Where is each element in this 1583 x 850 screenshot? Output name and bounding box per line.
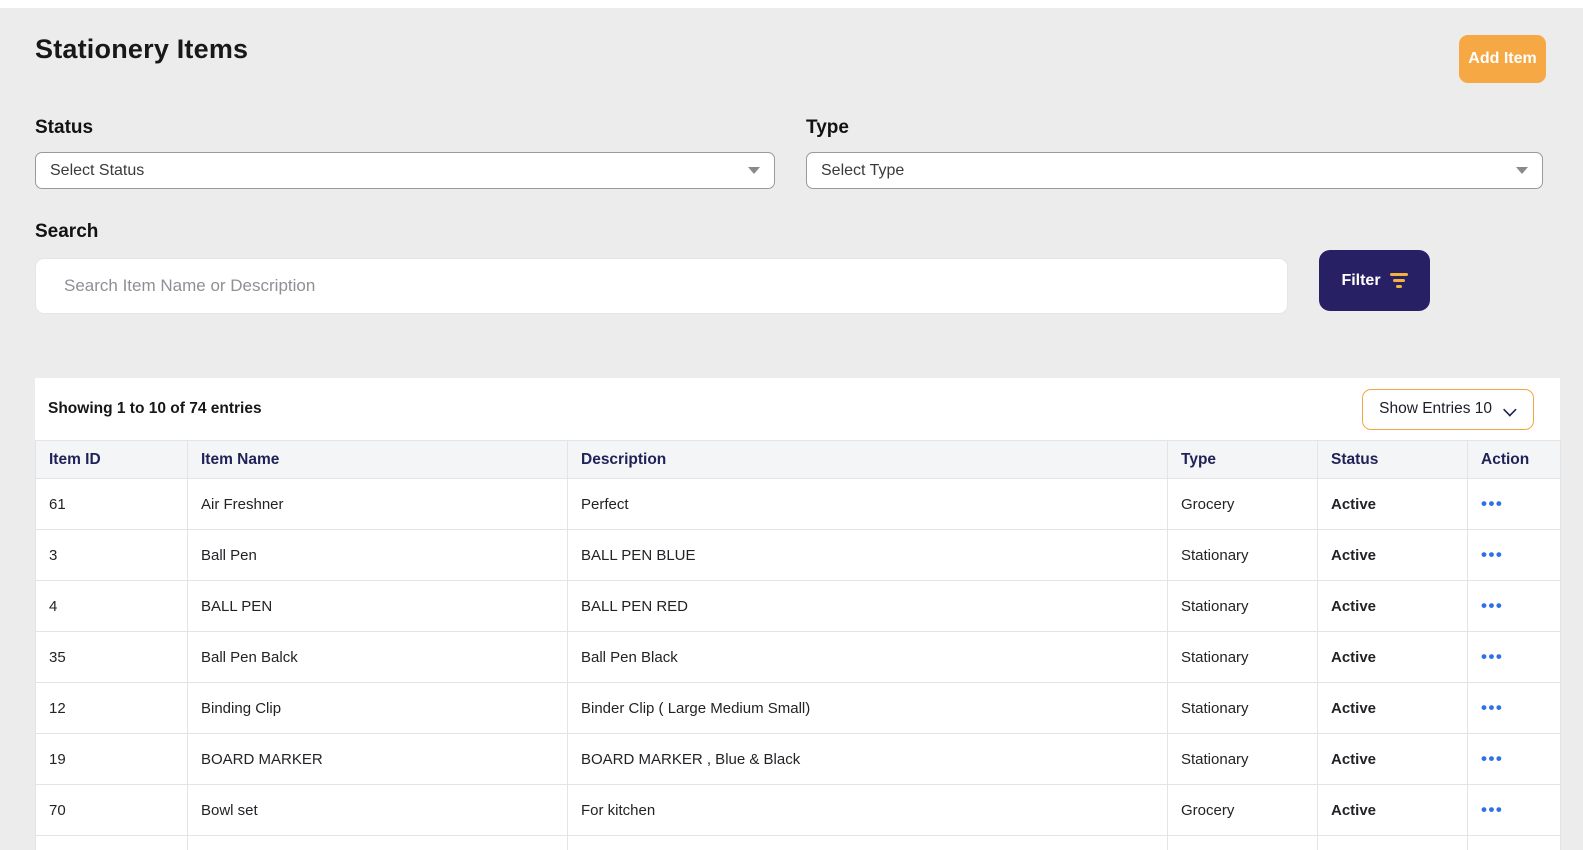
column-header-description[interactable]: Description xyxy=(567,440,1168,479)
caret-down-icon xyxy=(1516,167,1528,174)
items-table-card: Showing 1 to 10 of 74 entries Show Entri… xyxy=(35,378,1561,850)
row-actions-button[interactable]: ••• xyxy=(1481,648,1503,665)
show-entries-label: Show Entries 10 xyxy=(1379,400,1492,417)
cell-item-name: Air Freshner xyxy=(187,478,568,530)
page-title: Stationery Items xyxy=(35,34,249,64)
cell-type: Stationary xyxy=(1167,580,1318,632)
cell-item-name: Binding Clip xyxy=(187,682,568,734)
chevron-down-icon xyxy=(1504,405,1517,413)
table-body: 61 Air Freshner Perfect Grocery Active •… xyxy=(35,478,1561,850)
table-row: 35 Ball Pen Balck Ball Pen Black Station… xyxy=(35,631,1561,683)
cell-description: BALL PEN BLUE xyxy=(567,529,1168,581)
showing-entries-text: Showing 1 to 10 of 74 entries xyxy=(48,400,262,417)
cell-description: BALL PEN RED xyxy=(567,580,1168,632)
table-row: 70 Bowl set For kitchen Grocery Active •… xyxy=(35,784,1561,836)
status-select[interactable]: Select Status xyxy=(35,152,775,189)
cell-type: Stationary xyxy=(1167,631,1318,683)
cell-type xyxy=(1167,835,1318,850)
cell-item-name: Bowl set xyxy=(187,784,568,836)
cell-type: Stationary xyxy=(1167,682,1318,734)
status-badge: Active xyxy=(1317,784,1468,836)
search-label: Search xyxy=(35,221,99,242)
row-actions-button[interactable]: ••• xyxy=(1481,801,1503,818)
cell-item-id: 19 xyxy=(35,733,188,785)
cell-description xyxy=(567,835,1168,850)
cell-type: Stationary xyxy=(1167,529,1318,581)
filter-button[interactable]: Filter xyxy=(1319,250,1430,311)
cell-item-id xyxy=(35,835,188,850)
cell-action xyxy=(1467,835,1561,850)
cell-item-name: BOARD MARKER xyxy=(187,733,568,785)
search-input[interactable] xyxy=(35,258,1288,314)
column-header-item-name[interactable]: Item Name xyxy=(187,440,568,479)
table-row: 12 Binding Clip Binder Clip ( Large Medi… xyxy=(35,682,1561,734)
status-badge: Active xyxy=(1317,631,1468,683)
cell-item-name: Ball Pen Balck xyxy=(187,631,568,683)
status-badge: Active xyxy=(1317,529,1468,581)
cell-type: Grocery xyxy=(1167,784,1318,836)
table-row: 3 Ball Pen BALL PEN BLUE Stationary Acti… xyxy=(35,529,1561,581)
filter-lines-icon xyxy=(1389,273,1408,288)
row-actions-button[interactable]: ••• xyxy=(1481,699,1503,716)
cell-action: ••• xyxy=(1467,631,1561,683)
cell-action: ••• xyxy=(1467,580,1561,632)
column-header-item-id[interactable]: Item ID xyxy=(35,440,188,479)
status-badge: Active xyxy=(1317,478,1468,530)
table-row: 4 BALL PEN BALL PEN RED Stationary Activ… xyxy=(35,580,1561,632)
table-row: 19 BOARD MARKER BOARD MARKER , Blue & Bl… xyxy=(35,733,1561,785)
cell-item-id: 61 xyxy=(35,478,188,530)
items-table: Item ID Item Name Description Type Statu… xyxy=(35,440,1561,850)
cell-type: Grocery xyxy=(1167,478,1318,530)
caret-down-icon xyxy=(748,167,760,174)
column-header-status[interactable]: Status xyxy=(1317,440,1468,479)
cell-description: Perfect xyxy=(567,478,1168,530)
status-badge: Active xyxy=(1317,682,1468,734)
cell-description: BOARD MARKER , Blue & Black xyxy=(567,733,1168,785)
cell-type: Stationary xyxy=(1167,733,1318,785)
add-item-button[interactable]: Add Item xyxy=(1459,35,1546,83)
table-toolbar: Showing 1 to 10 of 74 entries Show Entri… xyxy=(35,378,1560,440)
row-actions-button[interactable]: ••• xyxy=(1481,546,1503,563)
cell-action: ••• xyxy=(1467,682,1561,734)
status-badge: Active xyxy=(1317,580,1468,632)
column-header-action[interactable]: Action xyxy=(1467,440,1561,479)
cell-action: ••• xyxy=(1467,529,1561,581)
cell-action: ••• xyxy=(1467,784,1561,836)
type-select-value: Select Type xyxy=(821,161,905,179)
status-badge: Active xyxy=(1317,733,1468,785)
cell-action: ••• xyxy=(1467,478,1561,530)
table-row xyxy=(35,835,1561,850)
column-header-type[interactable]: Type xyxy=(1167,440,1318,479)
filter-button-label: Filter xyxy=(1341,271,1381,289)
status-select-value: Select Status xyxy=(50,161,145,179)
cell-item-id: 12 xyxy=(35,682,188,734)
cell-item-id: 3 xyxy=(35,529,188,581)
row-actions-button[interactable]: ••• xyxy=(1481,597,1503,614)
status-badge xyxy=(1317,835,1468,850)
row-actions-button[interactable]: ••• xyxy=(1481,495,1503,512)
top-strip xyxy=(0,0,1583,8)
cell-action: ••• xyxy=(1467,733,1561,785)
cell-item-id: 4 xyxy=(35,580,188,632)
status-label: Status xyxy=(35,117,94,138)
table-header-row: Item ID Item Name Description Type Statu… xyxy=(35,440,1561,479)
cell-item-name: BALL PEN xyxy=(187,580,568,632)
type-label: Type xyxy=(806,117,849,138)
cell-description: For kitchen xyxy=(567,784,1168,836)
row-actions-button[interactable]: ••• xyxy=(1481,750,1503,767)
cell-item-name: Ball Pen xyxy=(187,529,568,581)
cell-item-id: 70 xyxy=(35,784,188,836)
cell-description: Binder Clip ( Large Medium Small) xyxy=(567,682,1168,734)
table-row: 61 Air Freshner Perfect Grocery Active •… xyxy=(35,478,1561,530)
cell-item-name xyxy=(187,835,568,850)
type-select[interactable]: Select Type xyxy=(806,152,1543,189)
cell-item-id: 35 xyxy=(35,631,188,683)
cell-description: Ball Pen Black xyxy=(567,631,1168,683)
show-entries-dropdown[interactable]: Show Entries 10 xyxy=(1362,388,1534,430)
